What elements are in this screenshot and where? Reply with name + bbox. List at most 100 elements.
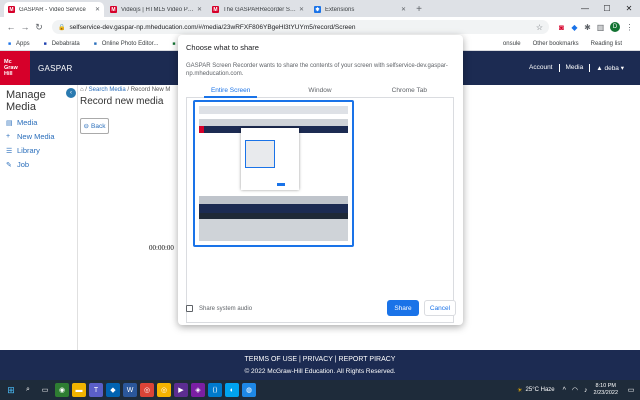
bookmark-item[interactable]: ■ Apps (6, 40, 30, 47)
profile-avatar[interactable]: D (610, 22, 620, 32)
breadcrumb-current: Record New M (130, 87, 171, 93)
search-icon[interactable]: ⌕ (21, 383, 35, 397)
audio-label: Share system audio (199, 305, 253, 312)
reload-icon[interactable]: ↻ (32, 22, 46, 33)
sidebar-item-icon: + (6, 133, 11, 140)
home-icon[interactable]: ⌂ (80, 87, 84, 93)
notification-icon[interactable]: ▭ (626, 385, 636, 395)
tab-entire-screen[interactable]: Entire Screen (186, 86, 275, 98)
maximize-icon[interactable]: ☐ (596, 0, 618, 17)
app-blue-icon[interactable]: ◆ (106, 383, 120, 397)
collapse-menu-icon[interactable]: ‹ (66, 88, 76, 98)
share-audio-option[interactable]: Share system audio (186, 305, 252, 312)
back-button[interactable]: ⊖ Back (80, 118, 109, 134)
bookmark-item[interactable]: ■ Debabrata (42, 40, 80, 47)
sidebar-item-job[interactable]: ✎ Job (6, 160, 69, 169)
audio-checkbox[interactable] (186, 305, 193, 312)
close-window-icon[interactable]: ✕ (618, 0, 640, 17)
tab-close-icon[interactable]: ✕ (299, 6, 304, 13)
left-menu: Manage Media ▤ Media + New Media ☰ Library ✎ Jo… (0, 85, 75, 350)
browser-tab[interactable]: ✱ Extensions ✕ (310, 2, 410, 17)
back-arrow-icon[interactable]: ← (4, 22, 18, 32)
sidebar-item-media[interactable]: ▤ Media (6, 118, 69, 127)
dialog-tabs: Entire Screen Window Chrome Tab (186, 86, 454, 98)
vscode-icon[interactable]: ⟨⟩ (208, 383, 222, 397)
tab-list: M GASPAR - Video Service ✕ M Videojs | HTML5… (4, 2, 412, 17)
new-tab-button[interactable]: + (412, 2, 426, 17)
app-green-icon[interactable]: ◉ (55, 383, 69, 397)
divider (77, 85, 78, 350)
extension-icon[interactable]: ◙ (555, 23, 568, 32)
thumbnail-dialog (241, 128, 299, 190)
tab-close-icon[interactable]: ✕ (197, 6, 202, 13)
sidebar-item-new-media[interactable]: + New Media (6, 132, 69, 141)
site-nav-item[interactable]: ▲ deba ▾ (590, 64, 630, 72)
puzzle-icon[interactable]: ✱ (581, 23, 594, 32)
sidebar-item-library[interactable]: ☰ Library (6, 146, 69, 155)
tab-close-icon[interactable]: ✕ (95, 6, 100, 13)
chrome-2-icon[interactable]: ◎ (157, 383, 171, 397)
breadcrumb-search-media[interactable]: Search Media (89, 87, 126, 93)
clock-date: 2/23/2022 (593, 390, 618, 396)
browser-tab[interactable]: M Videojs | HTML5 Video Player ✕ (106, 2, 206, 17)
bookmarks-left: ■Apps■Debabrata■Online Photo Editor...■G… (6, 40, 206, 47)
cancel-button[interactable]: Cancel (424, 300, 456, 316)
task-view-icon[interactable]: ▭ (38, 383, 52, 397)
tab-favicon-icon: M (110, 6, 117, 13)
site-nav-item[interactable]: Media (560, 64, 591, 72)
minimize-icon[interactable]: — (574, 0, 596, 17)
chrome-icon[interactable]: ◎ (140, 383, 154, 397)
tray-arrow-icon[interactable]: ^ (563, 387, 566, 394)
reading-mode-icon[interactable]: ▥ (594, 23, 607, 32)
share-button[interactable]: Share (387, 300, 419, 316)
dialog-title: Choose what to share (186, 43, 259, 52)
extension-2-icon[interactable]: ◆ (568, 23, 581, 32)
apps-icon: ■ (7, 40, 12, 47)
thumbnail-logo (199, 126, 204, 133)
app-store-icon[interactable]: ◐ (225, 383, 239, 397)
forward-arrow-icon[interactable]: → (18, 22, 32, 32)
app-purple-icon[interactable]: ◈ (191, 383, 205, 397)
tab-chrome-tab[interactable]: Chrome Tab (365, 86, 454, 97)
bookmark-item[interactable]: Other bookmarks (533, 41, 579, 47)
bookmark-item[interactable]: Reading list (591, 41, 622, 47)
back-button-label: Back (91, 122, 106, 130)
bookmark-label: Apps (16, 40, 30, 47)
windows-start-icon[interactable]: ⊞ (4, 383, 18, 397)
tab-title: Videojs | HTML5 Video Player (121, 6, 194, 13)
bookmark-label: Other bookmarks (532, 40, 579, 47)
star-icon[interactable]: ☆ (536, 23, 543, 32)
weather-text[interactable]: 25°C Haze (526, 387, 555, 393)
mcgraw-hill-logo[interactable]: Mc Graw Hill (0, 51, 30, 85)
clock[interactable]: 8:10 PM 2/23/2022 (594, 383, 618, 397)
teams-icon[interactable]: T (89, 383, 103, 397)
address-bar[interactable]: 🔒 selfservice-dev.gaspar-np.mheducation.… (52, 20, 549, 34)
entire-screen-thumbnail[interactable] (193, 100, 354, 247)
media-icon[interactable]: ▶ (174, 383, 188, 397)
logo-line: Hill (4, 71, 13, 77)
menu-kebab-icon[interactable]: ⋮ (623, 23, 636, 32)
tab-close-icon[interactable]: ✕ (401, 6, 406, 13)
site-footer: TERMS OF USE | PRIVACY | REPORT PIRACY ©… (0, 350, 640, 380)
browser-tab[interactable]: M GASPAR - Video Service ✕ (4, 2, 104, 17)
bookmark-label: Debabrata (51, 40, 80, 47)
volume-icon[interactable]: ♪ (584, 387, 588, 394)
file-explorer-icon[interactable]: ▬ (72, 383, 86, 397)
thumbnail-tabs (199, 106, 348, 114)
tab-window[interactable]: Window (275, 86, 364, 97)
back-circle-icon: ⊖ (83, 123, 89, 130)
footer-links[interactable]: TERMS OF USE | PRIVACY | REPORT PIRACY (0, 356, 640, 363)
bookmark-item[interactable]: ■ Online Photo Editor... (92, 40, 159, 47)
browser-tab[interactable]: M The GASPARRecorder SampleFu✕ (208, 2, 308, 17)
tab-title: The GASPARRecorder SampleFu (223, 6, 296, 13)
weather-icon[interactable]: ☀ (517, 387, 522, 394)
thumbnail-overlay (199, 196, 348, 204)
wifi-icon[interactable]: ◠ (572, 386, 578, 394)
sidebar-item-label: Library (17, 146, 40, 155)
word-icon[interactable]: W (123, 383, 137, 397)
site-nav-item[interactable]: Account (523, 64, 560, 72)
windows-taskbar: ⊞ ⌕ ▭ ◉ ▬ T ◆ W ◎ ◎ ▶ ◈ ⟨⟩ ◐ ◍ ☀ 25°C Haze ^ ◠ ♪ 8:10… (0, 380, 640, 400)
app-globe-icon[interactable]: ◍ (242, 383, 256, 397)
url-text: selfservice-dev.gaspar-np.mheducation.co… (69, 23, 356, 31)
bookmark-item[interactable]: onsule (503, 41, 521, 47)
